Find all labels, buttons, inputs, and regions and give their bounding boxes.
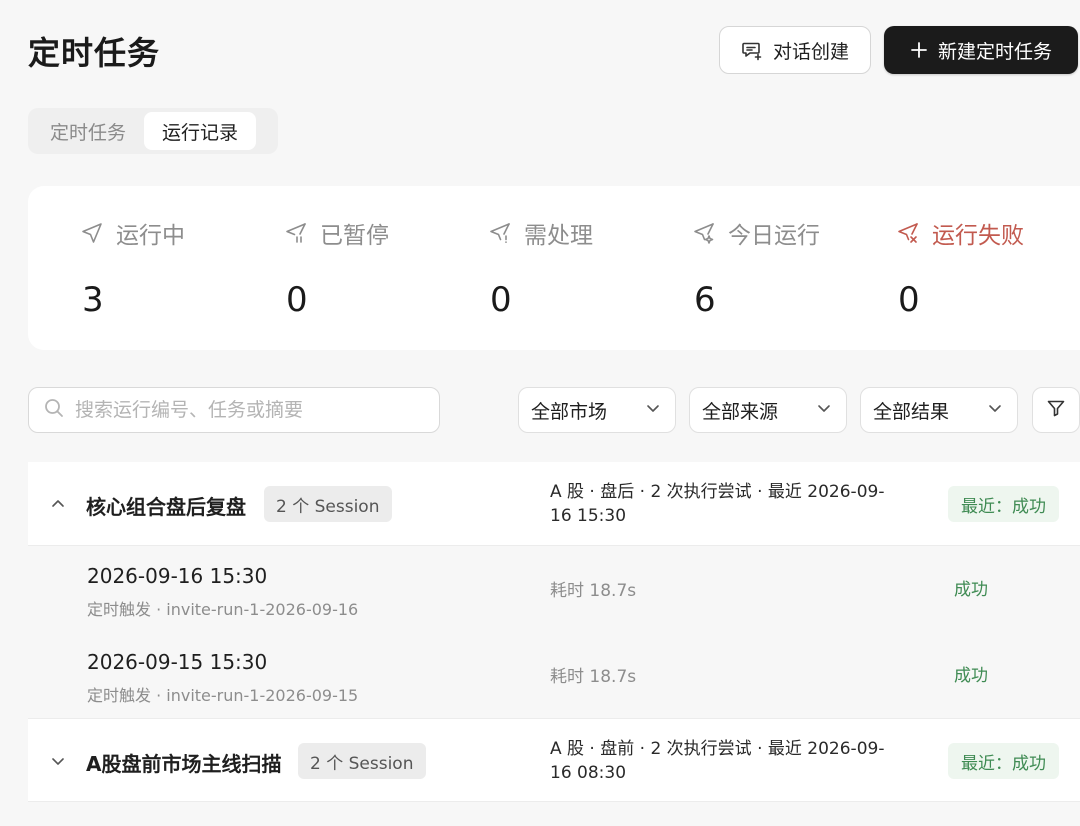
stat-paused: 已暂停 0 [284, 216, 389, 320]
stat-value: 0 [898, 280, 920, 320]
run-trigger-id: 定时触发 · invite-run-1-2026-09-16 [87, 600, 359, 619]
source-select-value: 全部来源 [702, 400, 779, 423]
scheduled-tasks-page: 定时任务 对话创建 新建定时任务 定时任务 运行记录 运行中 3 已暂停 0 需… [0, 0, 1080, 826]
session-count-badge: 2 个 Session [264, 486, 392, 522]
stat-running: 运行中 3 [80, 216, 185, 320]
market-select[interactable]: 全部市场 [518, 387, 676, 433]
run-row[interactable]: 2026-09-16 15:30 定时触发 · invite-run-1-202… [28, 546, 1080, 632]
stats-card: 运行中 3 已暂停 0 需处理 0 今日运行 6 运行失败 0 [28, 186, 1080, 350]
result-select-value: 全部结果 [873, 400, 950, 423]
market-select-value: 全部市场 [531, 400, 608, 423]
session-count-badge: 2 个 Session [298, 743, 426, 779]
filter-icon [1046, 398, 1066, 422]
run-duration: 耗时 18.7s [550, 667, 637, 687]
latest-status-badge: 最近：成功 [948, 486, 1059, 522]
run-duration: 耗时 18.7s [550, 581, 637, 601]
search-icon [43, 397, 65, 423]
task-group-meta: A 股 · 盘前 · 2 次执行尝试 · 最近 2026-09-16 08:30 [550, 739, 885, 783]
chevron-down-icon [645, 399, 661, 421]
filter-button[interactable] [1032, 387, 1080, 433]
search-input[interactable] [75, 399, 415, 421]
stat-value: 3 [82, 280, 104, 320]
view-tabs: 定时任务 运行记录 [28, 108, 278, 154]
chevron-down-icon[interactable] [50, 753, 66, 773]
search-box[interactable] [28, 387, 440, 433]
stat-label: 运行失败 [932, 223, 1024, 249]
stat-value: 0 [490, 280, 512, 320]
chat-plus-icon [741, 39, 763, 61]
stat-needs-attention: 需处理 0 [488, 216, 593, 320]
run-status: 成功 [954, 580, 988, 600]
tab-scheduled-tasks[interactable]: 定时任务 [32, 112, 144, 150]
result-select[interactable]: 全部结果 [860, 387, 1018, 433]
stat-today-runs: 今日运行 6 [692, 216, 820, 320]
new-task-button[interactable]: 新建定时任务 [884, 26, 1078, 74]
new-task-label: 新建定时任务 [937, 40, 1052, 63]
run-row[interactable]: 2026-09-15 15:30 定时触发 · invite-run-1-202… [28, 632, 1080, 718]
chat-create-button[interactable]: 对话创建 [719, 26, 871, 74]
source-select[interactable]: 全部来源 [689, 387, 847, 433]
send-icon [80, 221, 104, 245]
send-error-icon [896, 221, 920, 245]
run-records-list: 核心组合盘后复盘 2 个 Session A 股 · 盘后 · 2 次执行尝试 … [28, 462, 1080, 802]
chevron-down-icon [987, 399, 1003, 421]
chevron-up-icon[interactable] [50, 496, 66, 516]
send-sparkle-icon [692, 221, 716, 245]
plus-icon [910, 41, 928, 59]
task-group-row[interactable]: 核心组合盘后复盘 2 个 Session A 股 · 盘后 · 2 次执行尝试 … [28, 462, 1080, 546]
stat-label: 今日运行 [728, 223, 820, 249]
chat-create-label: 对话创建 [772, 40, 849, 63]
chevron-down-icon [816, 399, 832, 421]
stat-label: 已暂停 [320, 223, 389, 249]
page-title: 定时任务 [28, 34, 161, 72]
send-paused-icon [284, 221, 308, 245]
stat-failed: 运行失败 0 [896, 216, 1024, 320]
stat-label: 需处理 [524, 223, 593, 249]
run-status: 成功 [954, 666, 988, 686]
stat-value: 6 [694, 280, 716, 320]
stat-value: 0 [286, 280, 308, 320]
task-group-name: A股盘前市场主线扫描 [86, 752, 282, 776]
run-trigger-id: 定时触发 · invite-run-1-2026-09-15 [87, 686, 359, 705]
run-time: 2026-09-15 15:30 [87, 650, 268, 674]
task-group-row[interactable]: A股盘前市场主线扫描 2 个 Session A 股 · 盘前 · 2 次执行尝… [28, 718, 1080, 802]
task-group-meta: A 股 · 盘后 · 2 次执行尝试 · 最近 2026-09-16 15:30 [550, 482, 885, 526]
send-alert-icon [488, 221, 512, 245]
run-time: 2026-09-16 15:30 [87, 564, 268, 588]
task-group-name: 核心组合盘后复盘 [86, 495, 246, 519]
latest-status-badge: 最近：成功 [948, 743, 1059, 779]
tab-run-records[interactable]: 运行记录 [144, 112, 257, 150]
stat-label: 运行中 [116, 223, 185, 249]
